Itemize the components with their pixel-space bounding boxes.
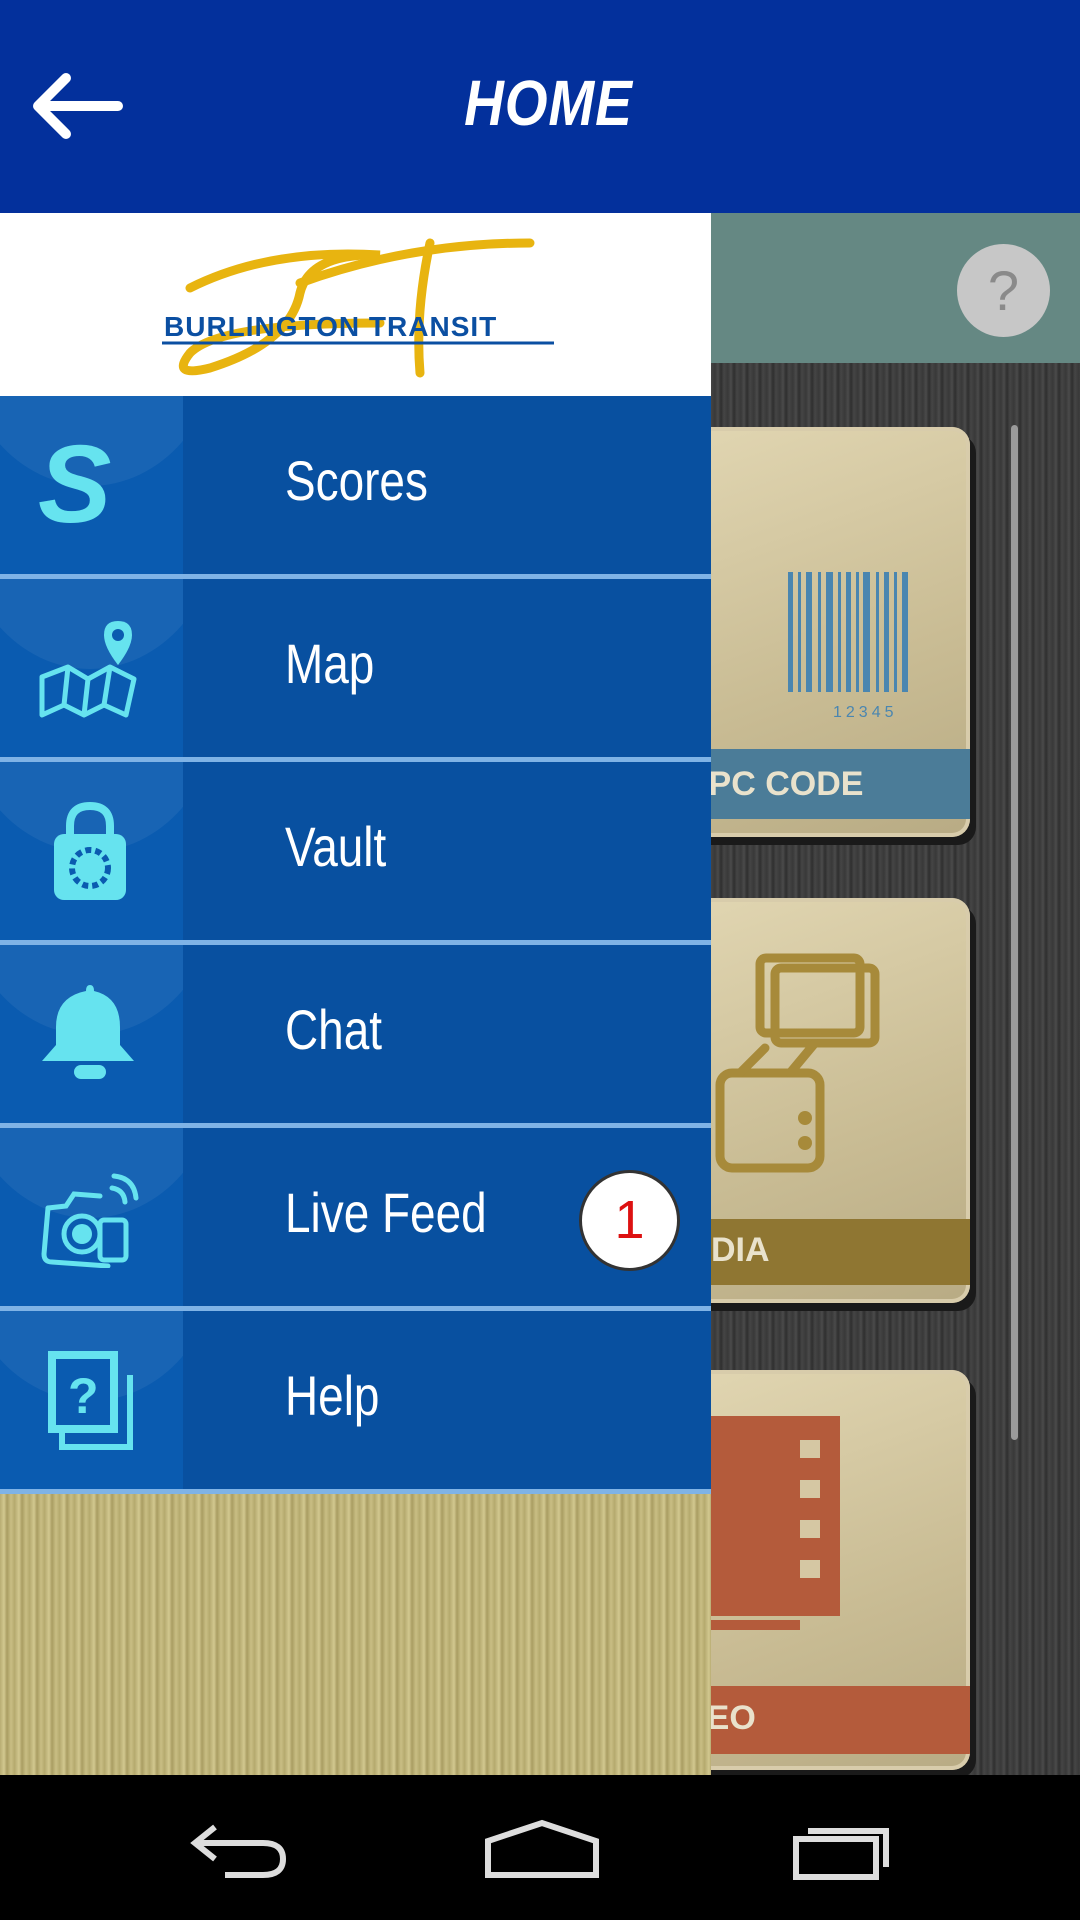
nav-back-icon[interactable] xyxy=(185,1815,295,1885)
menu-item-label: Live Feed xyxy=(285,1181,487,1244)
svg-text:S: S xyxy=(38,436,111,536)
help-pages-icon: ? xyxy=(48,1351,133,1450)
app-bar: HOME xyxy=(0,0,1080,213)
menu-item-vault[interactable]: Vault xyxy=(0,762,711,945)
svg-text:?: ? xyxy=(68,1368,99,1424)
scores-s-icon: S xyxy=(38,436,111,536)
navigation-drawer: BURLINGTON TRANSIT S Scores Map Vault Ch… xyxy=(0,213,711,1775)
menu-item-scores[interactable]: S Scores xyxy=(0,396,711,579)
menu-icon-box xyxy=(0,945,183,1123)
bell-icon xyxy=(42,985,134,1079)
menu-item-label: Help xyxy=(285,1364,380,1427)
drawer-menu: S Scores Map Vault Chat Live Feed 1 ? He… xyxy=(0,396,711,1494)
scrollbar[interactable] xyxy=(1011,425,1018,1440)
camera-wifi-icon xyxy=(41,1173,139,1268)
help-button[interactable]: ? xyxy=(957,244,1050,337)
logo-swoosh: BURLINGTON TRANSIT xyxy=(162,238,554,378)
nav-home-icon[interactable] xyxy=(482,1815,602,1885)
menu-item-label: Map xyxy=(285,632,375,695)
svg-text:BURLINGTON TRANSIT: BURLINGTON TRANSIT xyxy=(164,311,497,342)
menu-item-map[interactable]: Map xyxy=(0,579,711,762)
menu-item-label: Scores xyxy=(285,449,428,512)
menu-item-help[interactable]: ? Help xyxy=(0,1311,711,1494)
menu-icon-box: S xyxy=(0,396,183,574)
menu-item-label: Chat xyxy=(285,998,383,1061)
menu-item-label: Vault xyxy=(285,815,387,878)
menu-icon-box xyxy=(0,762,183,940)
map-pin-icon xyxy=(39,621,137,718)
nav-recents-icon[interactable] xyxy=(790,1815,900,1885)
menu-icon-box xyxy=(0,1128,183,1306)
menu-icon-box: ? xyxy=(0,1311,183,1489)
svg-text:12345: 12345 xyxy=(833,704,898,721)
menu-item-live-feed[interactable]: Live Feed 1 xyxy=(0,1128,711,1311)
brand-logo: BURLINGTON TRANSIT xyxy=(0,213,711,396)
lock-icon xyxy=(54,802,126,900)
notification-badge: 1 xyxy=(579,1170,680,1271)
menu-icon-box xyxy=(0,579,183,757)
menu-item-chat[interactable]: Chat xyxy=(0,945,711,1128)
page-title: HOME xyxy=(464,67,633,139)
system-nav-bar xyxy=(0,1775,1080,1920)
